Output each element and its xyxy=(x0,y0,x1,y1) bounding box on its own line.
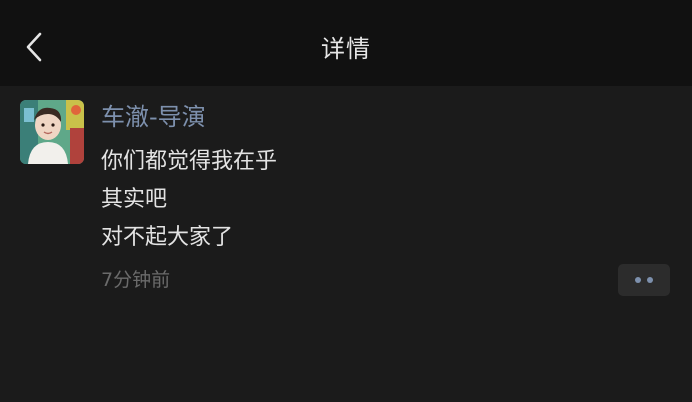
avatar-photo xyxy=(20,100,84,164)
post-line: 对不起大家了 xyxy=(101,225,234,250)
top-nav-bar: 详情 xyxy=(0,0,692,86)
avatar[interactable] xyxy=(20,100,84,164)
post-content: 你们都觉得我在乎 其实吧 对不起大家了 xyxy=(101,143,277,257)
more-actions-button[interactable] xyxy=(618,264,670,296)
page-title: 详情 xyxy=(321,35,371,63)
post-line: 你们都觉得我在乎 xyxy=(101,149,278,174)
post-timestamp: 7分钟前 xyxy=(101,269,171,291)
more-dots-icon xyxy=(647,277,653,283)
more-dots-icon xyxy=(635,277,641,283)
author-name[interactable]: 车澈-导演 xyxy=(101,102,206,132)
moment-post: 车澈-导演 你们都觉得我在乎 其实吧 对不起大家了 7分钟前 xyxy=(0,86,692,402)
post-line: 其实吧 xyxy=(101,187,168,212)
moments-detail-screen: 详情 车澈-导演 你们都觉得我在乎 其实吧 对不起大家了 7分钟前 xyxy=(0,0,692,402)
